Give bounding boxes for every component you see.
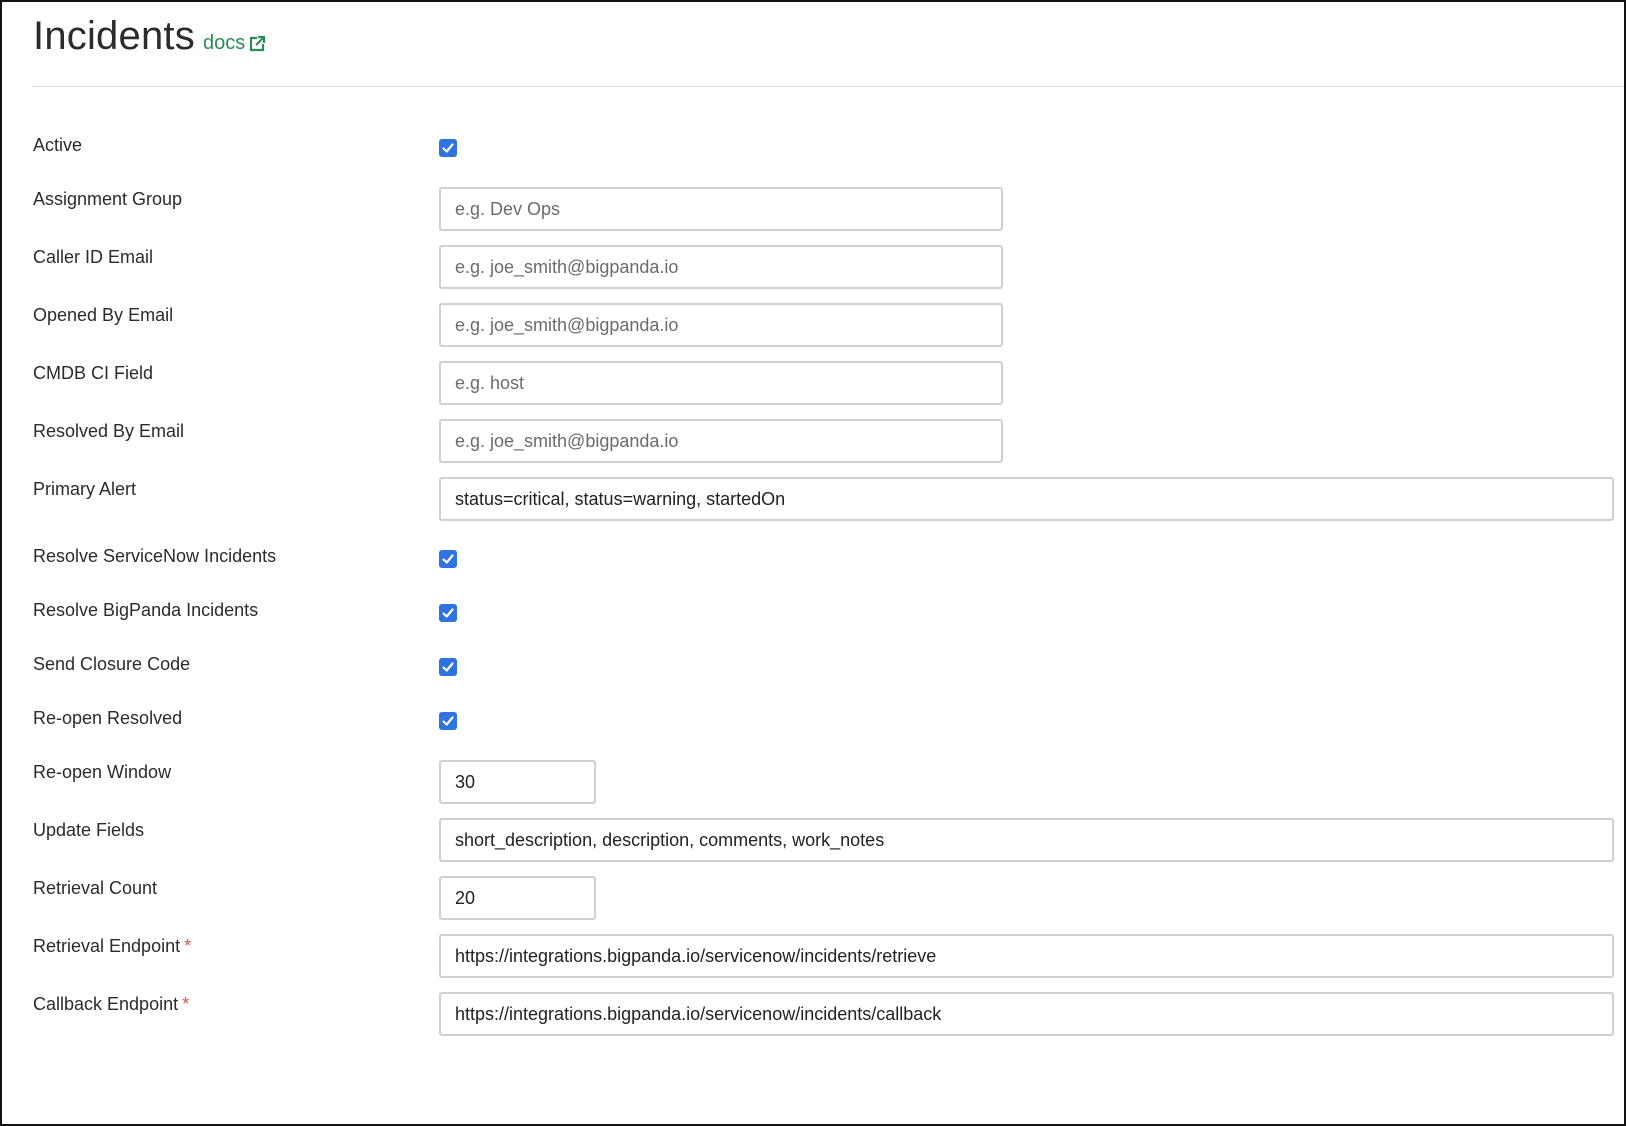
resolve-servicenow-label: Resolve ServiceNow Incidents	[33, 546, 277, 566]
required-marker: *	[184, 936, 192, 956]
check-icon	[442, 554, 454, 564]
update-fields-label: Update Fields	[33, 820, 145, 840]
resolve-bigpanda-label: Resolve BigPanda Incidents	[33, 600, 259, 620]
active-label: Active	[33, 135, 83, 155]
page-title: Incidents	[33, 14, 195, 58]
assignment-group-label: Assignment Group	[33, 189, 183, 209]
page-header: Incidents docs	[33, 12, 1624, 87]
docs-link[interactable]: docs	[203, 32, 266, 55]
active-checkbox[interactable]	[439, 139, 457, 157]
primary-alert-label: Primary Alert	[33, 479, 137, 499]
resolved-by-email-label: Resolved By Email	[33, 421, 185, 441]
retrieval-count-label: Retrieval Count	[33, 878, 158, 898]
check-icon	[442, 662, 454, 672]
retrieval-count-input[interactable]	[439, 876, 596, 920]
retrieval-endpoint-label-wrap: Retrieval Endpoint *	[33, 936, 191, 957]
send-closure-code-label: Send Closure Code	[33, 654, 191, 674]
cmdb-ci-field-label: CMDB CI Field	[33, 363, 154, 383]
docs-link-label: docs	[203, 32, 246, 54]
resolve-bigpanda-checkbox[interactable]	[439, 604, 457, 622]
opened-by-email-label: Opened By Email	[33, 305, 174, 325]
external-link-icon	[248, 35, 266, 53]
assignment-group-input[interactable]	[439, 187, 1003, 231]
check-icon	[442, 143, 454, 153]
resolve-servicenow-checkbox[interactable]	[439, 550, 457, 568]
reopen-resolved-label: Re-open Resolved	[33, 708, 183, 728]
retrieval-endpoint-input[interactable]	[439, 934, 1614, 978]
page-frame: Incidents docs Active Assignment Group C…	[0, 0, 1626, 1126]
primary-alert-input[interactable]	[439, 477, 1614, 521]
resolved-by-email-input[interactable]	[439, 419, 1003, 463]
check-icon	[442, 608, 454, 618]
opened-by-email-input[interactable]	[439, 303, 1003, 347]
caller-id-email-label: Caller ID Email	[33, 247, 154, 267]
send-closure-code-checkbox[interactable]	[439, 658, 457, 676]
update-fields-input[interactable]	[439, 818, 1614, 862]
reopen-window-label: Re-open Window	[33, 762, 172, 782]
callback-endpoint-input[interactable]	[439, 992, 1614, 1036]
required-marker: *	[182, 994, 190, 1014]
callback-endpoint-label-wrap: Callback Endpoint *	[33, 994, 189, 1015]
reopen-window-input[interactable]	[439, 760, 596, 804]
check-icon	[442, 716, 454, 726]
caller-id-email-input[interactable]	[439, 245, 1003, 289]
cmdb-ci-field-input[interactable]	[439, 361, 1003, 405]
reopen-resolved-checkbox[interactable]	[439, 712, 457, 730]
callback-endpoint-label: Callback Endpoint	[33, 994, 179, 1014]
retrieval-endpoint-label: Retrieval Endpoint	[33, 936, 181, 956]
